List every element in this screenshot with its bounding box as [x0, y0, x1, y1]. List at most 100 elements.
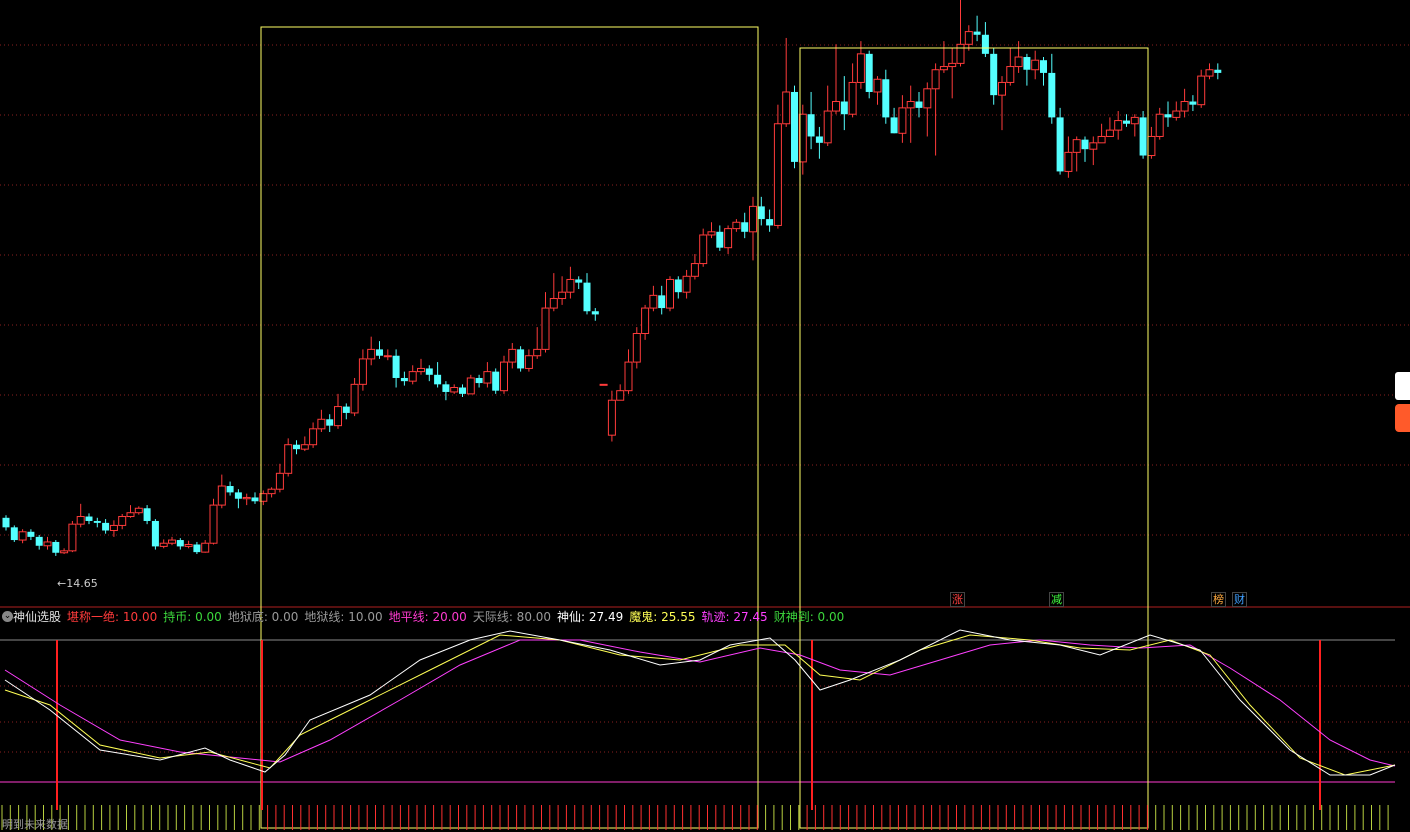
- candle-body-11: [93, 520, 101, 523]
- candle-body-34: [284, 444, 293, 474]
- candle-body-48: [400, 377, 408, 382]
- candle-body-112: [931, 69, 940, 90]
- candle-body-115: [956, 43, 965, 64]
- candle-body-137: [1139, 117, 1147, 156]
- candle-body-120: [998, 81, 1006, 96]
- candle-body-87: [724, 228, 733, 249]
- candle-body-49: [408, 371, 417, 382]
- candle-body-59: [492, 371, 500, 391]
- candle-body-100: [832, 101, 840, 112]
- candle-body-4: [35, 536, 43, 546]
- candle-body-144: [1197, 75, 1206, 106]
- candle-body-129: [1072, 139, 1081, 153]
- candle-body-66: [549, 298, 558, 309]
- candle-body-51: [425, 368, 433, 375]
- candle-body-47: [392, 355, 400, 378]
- candle-body-136: [1130, 116, 1139, 125]
- indicator-legend: ⌄ 神仙选股 堪称一绝: 10.00 持币: 0.00 地狱底: 0.00 地狱线: …: [2, 608, 850, 624]
- candle-body-131: [1089, 142, 1098, 150]
- candle-body-52: [434, 374, 442, 385]
- candle-body-37: [309, 428, 318, 446]
- candle-body-17: [143, 508, 151, 521]
- candle-body-38: [317, 418, 326, 430]
- candle-body-53: [442, 384, 450, 392]
- param-6: 神仙: 27.49: [557, 609, 624, 624]
- candle-body-78: [649, 294, 658, 309]
- devil-line: [4, 634, 1396, 776]
- candle-body-7: [60, 550, 69, 554]
- candle-body-134: [1114, 120, 1123, 131]
- candle-body-142: [1180, 101, 1189, 112]
- candle-body-121: [1006, 66, 1015, 83]
- candle-body-80: [666, 278, 674, 309]
- candle-body-58: [483, 371, 492, 384]
- candle-body-60: [500, 361, 508, 392]
- candle-body-6: [52, 541, 60, 553]
- candle-body-128: [1064, 151, 1073, 172]
- stock-chart[interactable]: [0, 0, 1410, 830]
- candle-body-127: [1056, 117, 1064, 172]
- candle-body-116: [964, 31, 973, 45]
- candle-body-130: [1081, 139, 1089, 150]
- candle-body-24: [201, 542, 210, 553]
- candle-body-12: [102, 522, 110, 531]
- candle-body-43: [358, 358, 367, 385]
- param-4: 地平线: 20.00: [388, 609, 467, 624]
- candle-body-77: [641, 307, 650, 334]
- candle-body-101: [840, 101, 848, 115]
- param-2: 地狱底: 0.00: [227, 609, 299, 624]
- candle-body-10: [85, 516, 93, 521]
- candle-body-73: [607, 399, 616, 436]
- candle-body-104: [865, 53, 873, 92]
- trail-line: [4, 639, 1396, 767]
- candle-body-39: [326, 419, 334, 426]
- candle-body-72: [599, 383, 608, 386]
- candle-body-111: [923, 88, 932, 109]
- param-3: 地狱线: 10.00: [304, 609, 383, 624]
- candle-body-1: [10, 527, 18, 541]
- candle-body-63: [524, 355, 533, 369]
- collapse-icon[interactable]: ⌄: [2, 610, 13, 622]
- candle-body-67: [558, 291, 567, 300]
- candle-body-91: [757, 206, 765, 220]
- candle-body-45: [376, 349, 383, 356]
- candle-body-55: [459, 387, 466, 394]
- candle-body-125: [1040, 60, 1047, 73]
- candle-body-84: [699, 234, 708, 265]
- candle-body-27: [226, 486, 234, 493]
- candle-body-68: [566, 278, 575, 293]
- candle-body-70: [583, 282, 591, 312]
- candle-body-117: [973, 31, 981, 35]
- candle-body-22: [184, 543, 193, 547]
- candle-body-20: [168, 539, 176, 544]
- floating-app-icon[interactable]: [1395, 404, 1410, 432]
- candle-body-122: [1014, 56, 1023, 68]
- candle-body-40: [334, 406, 342, 427]
- candle-body-29: [242, 496, 251, 500]
- indicator-params: 堪称一绝: 10.00 持币: 0.00 地狱底: 0.00 地狱线: 10.00 地平…: [67, 608, 850, 625]
- candle-body-105: [873, 78, 882, 93]
- candle-body-95: [791, 91, 798, 162]
- floating-tool-icon[interactable]: [1395, 372, 1410, 400]
- candle-body-56: [466, 377, 475, 395]
- candle-body-123: [1023, 57, 1031, 70]
- candle-body-113: [939, 66, 948, 71]
- candle-body-79: [658, 295, 666, 309]
- candle-body-0: [2, 517, 10, 528]
- candle-body-97: [807, 114, 815, 137]
- candle-body-145: [1205, 69, 1214, 77]
- candle-body-138: [1147, 135, 1156, 157]
- candle-body-98: [815, 136, 823, 143]
- candle-body-103: [856, 53, 865, 83]
- param-0: 堪称一绝: 10.00: [67, 609, 158, 624]
- indicator-title[interactable]: 神仙选股: [13, 608, 61, 625]
- candle-body-41: [342, 406, 350, 413]
- candle-body-69: [575, 279, 583, 283]
- candle-body-62: [517, 349, 525, 369]
- candle-body-126: [1048, 72, 1056, 118]
- candle-body-102: [848, 81, 857, 115]
- highlight-box-1: [260, 26, 759, 829]
- candle-body-15: [126, 512, 135, 518]
- candle-body-3: [27, 531, 35, 537]
- candle-body-135: [1123, 120, 1130, 124]
